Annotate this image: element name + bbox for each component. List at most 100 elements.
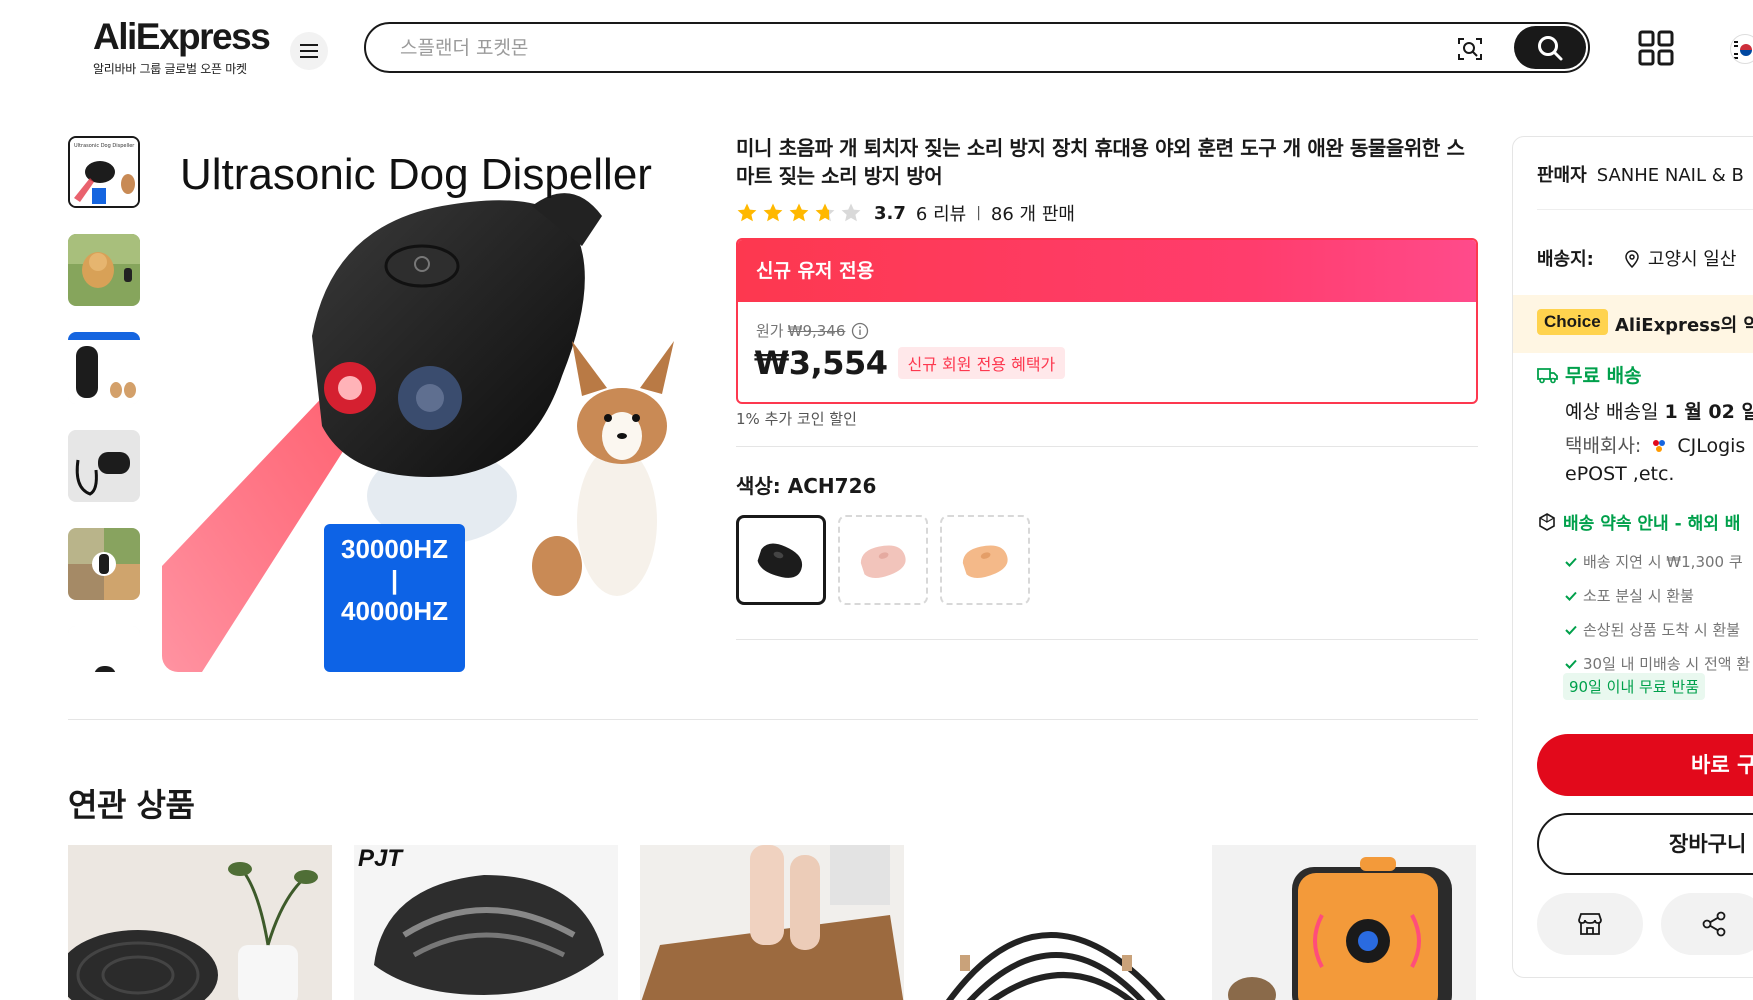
store-icon (1578, 913, 1602, 935)
category-menu-button[interactable] (290, 32, 328, 70)
seller-name[interactable]: SANHE NAIL & B (1597, 165, 1744, 186)
courier-more: ePOST ,etc. (1565, 463, 1675, 485)
promise-item: 소포 분실 시 환불 (1565, 585, 1694, 606)
logo-subtitle: 알리바바 그룹 글로벌 오픈 마켓 (93, 62, 247, 76)
device-pink-image (860, 545, 906, 578)
review-count[interactable]: 6 리뷰 (916, 200, 966, 226)
delivery-date: 1 월 02 일 (1664, 401, 1753, 423)
original-price-label: 원가 (756, 322, 784, 340)
choice-banner[interactable]: Choice AliExpress의 약 (1513, 295, 1753, 353)
coin-discount-note: 1% 추가 코인 할인 (736, 410, 857, 428)
search-button[interactable] (1514, 26, 1586, 69)
check-icon (1565, 659, 1577, 669)
related-product-card[interactable] (640, 845, 904, 1000)
truck-icon (1537, 367, 1558, 383)
original-price-row: 원가 ₩9,346 (756, 320, 869, 341)
device-peach-image (962, 545, 1008, 578)
ship-to-row[interactable]: 배송지: 고양시 일산 (1537, 245, 1736, 271)
info-icon[interactable] (851, 322, 869, 340)
related-product-card[interactable] (1212, 845, 1476, 1000)
ship-to-label: 배송지: (1537, 249, 1594, 270)
delivery-label: 예상 배송일 (1565, 401, 1659, 423)
promise-item-text: 30일 내 미배송 시 전액 환 (1583, 655, 1751, 673)
product-image (926, 845, 1190, 1000)
search-input[interactable] (400, 34, 1400, 62)
promise-item: 30일 내 미배송 시 전액 환 (1565, 653, 1750, 674)
thumbnail-5[interactable] (68, 528, 140, 600)
courier-logo-icon (1653, 440, 1666, 452)
thumbnail-2[interactable] (68, 234, 140, 306)
courier-name: CJLogis (1677, 435, 1746, 457)
qr-code-icon[interactable] (1638, 30, 1674, 66)
color-swatch-peach[interactable] (940, 515, 1030, 605)
courier-label: 택배회사: (1565, 435, 1642, 457)
ship-to-value[interactable]: 고양시 일산 (1648, 249, 1737, 270)
delivery-promise-title[interactable]: 배송 약속 안내 - 해외 배 (1537, 509, 1740, 534)
promo-header: 신규 유저 전용 (738, 240, 1476, 302)
frequency-bottom: 40000HZ (341, 596, 448, 626)
related-product-card[interactable] (68, 845, 332, 1000)
thumbnail-6[interactable] (68, 626, 140, 672)
check-icon (1565, 557, 1577, 567)
related-product-card[interactable] (926, 845, 1190, 1000)
logo-text: AliExpress (93, 16, 271, 57)
product-image (640, 845, 904, 1000)
frequency-label-box: 30000HZ | 40000HZ (324, 524, 465, 672)
thumbnail-list: Ultrasonic Dog Dispeller (68, 136, 142, 672)
star-icon (815, 203, 835, 222)
main-product-image[interactable]: Ultrasonic Dog Dispeller 30000HZ | 40000… (162, 136, 714, 672)
divider (736, 446, 1478, 447)
promise-item-text: 소포 분실 시 환불 (1583, 587, 1694, 605)
star-icon (763, 203, 783, 222)
store-button[interactable] (1537, 893, 1643, 955)
promise-title: 배송 약속 안내 - 해외 배 (1563, 514, 1741, 534)
product-image (1212, 845, 1476, 1000)
brand-logo-text: PJT (358, 845, 403, 872)
rating-stars (736, 202, 862, 224)
image-search-icon[interactable] (1456, 35, 1484, 63)
divider (68, 719, 1478, 720)
promise-item-text: 배송 지연 시 ₩1,300 쿠 (1583, 553, 1743, 571)
check-icon (1565, 591, 1577, 601)
delivery-estimate: 예상 배송일 1 월 02 일 (1565, 397, 1753, 424)
buy-now-button[interactable]: 바로 구 (1537, 734, 1753, 796)
aliexpress-logo[interactable]: AliExpress 알리바바 그룹 글로벌 오픈 마켓 (93, 16, 271, 77)
star-icon (737, 203, 757, 222)
new-user-promo-box: 신규 유저 전용 원가 ₩9,346 ₩3,554 신규 회원 전용 혜택가 (736, 238, 1478, 404)
divider (1537, 209, 1753, 210)
product-page: AliExpress 알리바바 그룹 글로벌 오픈 마켓 스플랜더 포켓몬 Ul… (0, 0, 1753, 1000)
product-title: 미니 초음파 개 퇴치자 짖는 소리 방지 장치 휴대용 야외 훈련 도구 개 … (736, 136, 1465, 188)
star-icon (789, 203, 809, 222)
seller-label: 판매자 (1537, 165, 1587, 186)
color-swatches (736, 515, 1030, 605)
add-to-cart-button[interactable]: 장바구니 (1537, 813, 1753, 875)
price-row: ₩3,554 신규 회원 전용 혜택가 (754, 344, 1066, 382)
seller-row[interactable]: 판매자 SANHE NAIL & B (1537, 161, 1744, 187)
main-image-heading: Ultrasonic Dog Dispeller (180, 150, 652, 199)
free-shipping-row: 무료 배송 (1537, 361, 1642, 388)
frequency-divider: | (390, 565, 399, 595)
promise-item: 손상된 상품 도착 시 환불 (1565, 619, 1740, 640)
product-image (68, 845, 332, 1000)
color-swatch-black[interactable] (736, 515, 826, 605)
free-return-badge: 90일 이내 무료 반품 (1563, 673, 1705, 700)
thumbnail-3[interactable] (68, 332, 140, 404)
share-button[interactable] (1661, 893, 1753, 955)
location-pin-icon (1625, 250, 1639, 268)
share-icon (1702, 911, 1726, 937)
original-price: ₩9,346 (787, 321, 846, 340)
frequency-top: 30000HZ (341, 534, 448, 564)
promo-price-tag: 신규 회원 전용 혜택가 (897, 347, 1066, 379)
rating-row[interactable]: 3.7 6 리뷰 | 86 개 판매 (736, 200, 1075, 226)
related-product-card[interactable]: PJT (354, 845, 618, 1000)
color-swatch-pink[interactable] (838, 515, 928, 605)
related-products-title: 연관 상품 (68, 786, 195, 824)
rating-value: 3.7 (874, 202, 906, 224)
thumbnail-4[interactable] (68, 430, 140, 502)
purchase-sidebar: 판매자 SANHE NAIL & B 배송지: 고양시 일산 Choice AliE… (1512, 136, 1753, 978)
search-icon (1538, 35, 1563, 60)
thumbnail-1[interactable]: Ultrasonic Dog Dispeller (68, 136, 140, 208)
korea-flag-icon[interactable] (1730, 34, 1753, 64)
svg-text:Ultrasonic Dog Dispeller: Ultrasonic Dog Dispeller (74, 143, 135, 149)
sale-price: ₩3,554 (754, 344, 888, 382)
